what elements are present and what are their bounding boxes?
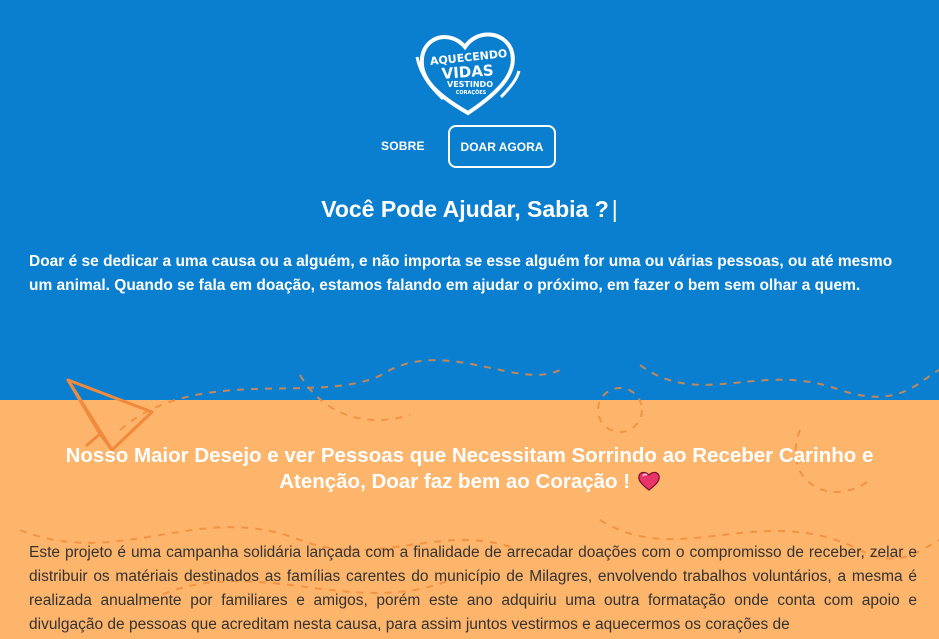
hero-paragraph: Doar é se dedicar a uma causa ou a algué… bbox=[29, 253, 893, 294]
main-nav: SOBRE DOAR AGORA bbox=[0, 125, 939, 171]
section-paragraph: Este projeto é uma campanha solidária la… bbox=[29, 544, 917, 633]
hero-title-text: Você Pode Ajudar, Sabia ? bbox=[321, 196, 609, 222]
section-title-text: Nosso Maior Desejo e ver Pessoas que Nec… bbox=[65, 444, 874, 493]
typing-cursor: | bbox=[611, 196, 618, 222]
heart-icon bbox=[638, 471, 660, 491]
section-title: Nosso Maior Desejo e ver Pessoas que Nec… bbox=[40, 443, 899, 495]
brand-logo: AQUECENDO VIDAS VESTINDO CORAÇÕES bbox=[415, 32, 521, 116]
paper-plane-icon bbox=[66, 378, 154, 452]
logo-line-4: CORAÇÕES bbox=[456, 89, 487, 96]
hero-title: Você Pode Ajudar, Sabia ? | bbox=[0, 196, 939, 223]
nav-link-sobre[interactable]: SOBRE bbox=[381, 139, 425, 153]
logo-line-3: VESTINDO bbox=[447, 80, 493, 89]
donate-now-button[interactable]: DOAR AGORA bbox=[448, 125, 556, 168]
